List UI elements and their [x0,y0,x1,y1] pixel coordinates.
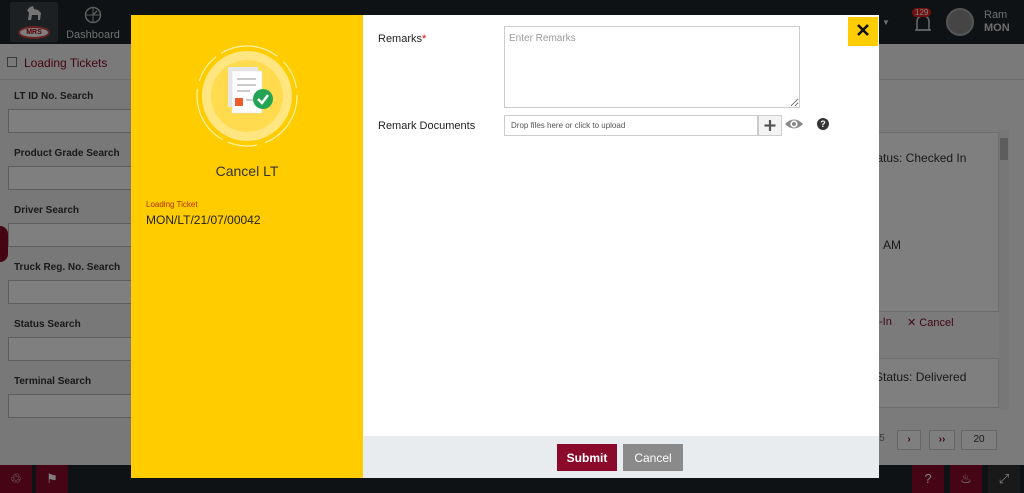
remarks-textarea[interactable] [504,26,800,108]
add-file-button[interactable] [758,115,782,136]
cancel-button[interactable]: Cancel [623,444,683,471]
modal-info-panel: Cancel LT Loading Ticket MON/LT/21/07/00… [131,15,363,478]
modal-form: Remarks* Remark Documents Drop files her… [363,15,879,478]
loading-ticket-value: MON/LT/21/07/00042 [146,213,261,227]
document-check-icon [196,45,298,147]
loading-ticket-label: Loading Ticket [146,200,198,209]
cancel-lt-modal: Cancel LT Loading Ticket MON/LT/21/07/00… [131,15,879,478]
remarks-label: Remarks* [378,33,426,45]
plus-icon [764,120,776,131]
submit-button[interactable]: Submit [557,444,617,471]
close-button[interactable] [848,17,878,46]
close-icon [857,24,869,36]
eye-icon[interactable] [784,116,804,132]
remark-documents-label: Remark Documents [378,120,476,132]
question-circle-icon[interactable]: ? [817,118,829,130]
required-marker: * [422,33,427,45]
modal-title: Cancel LT [215,163,279,179]
file-dropzone[interactable]: Drop files here or click to upload [504,115,758,136]
svg-text:?: ? [820,119,826,129]
modal-footer: Submit Cancel [363,436,879,478]
remarks-label-text: Remarks [378,33,423,45]
